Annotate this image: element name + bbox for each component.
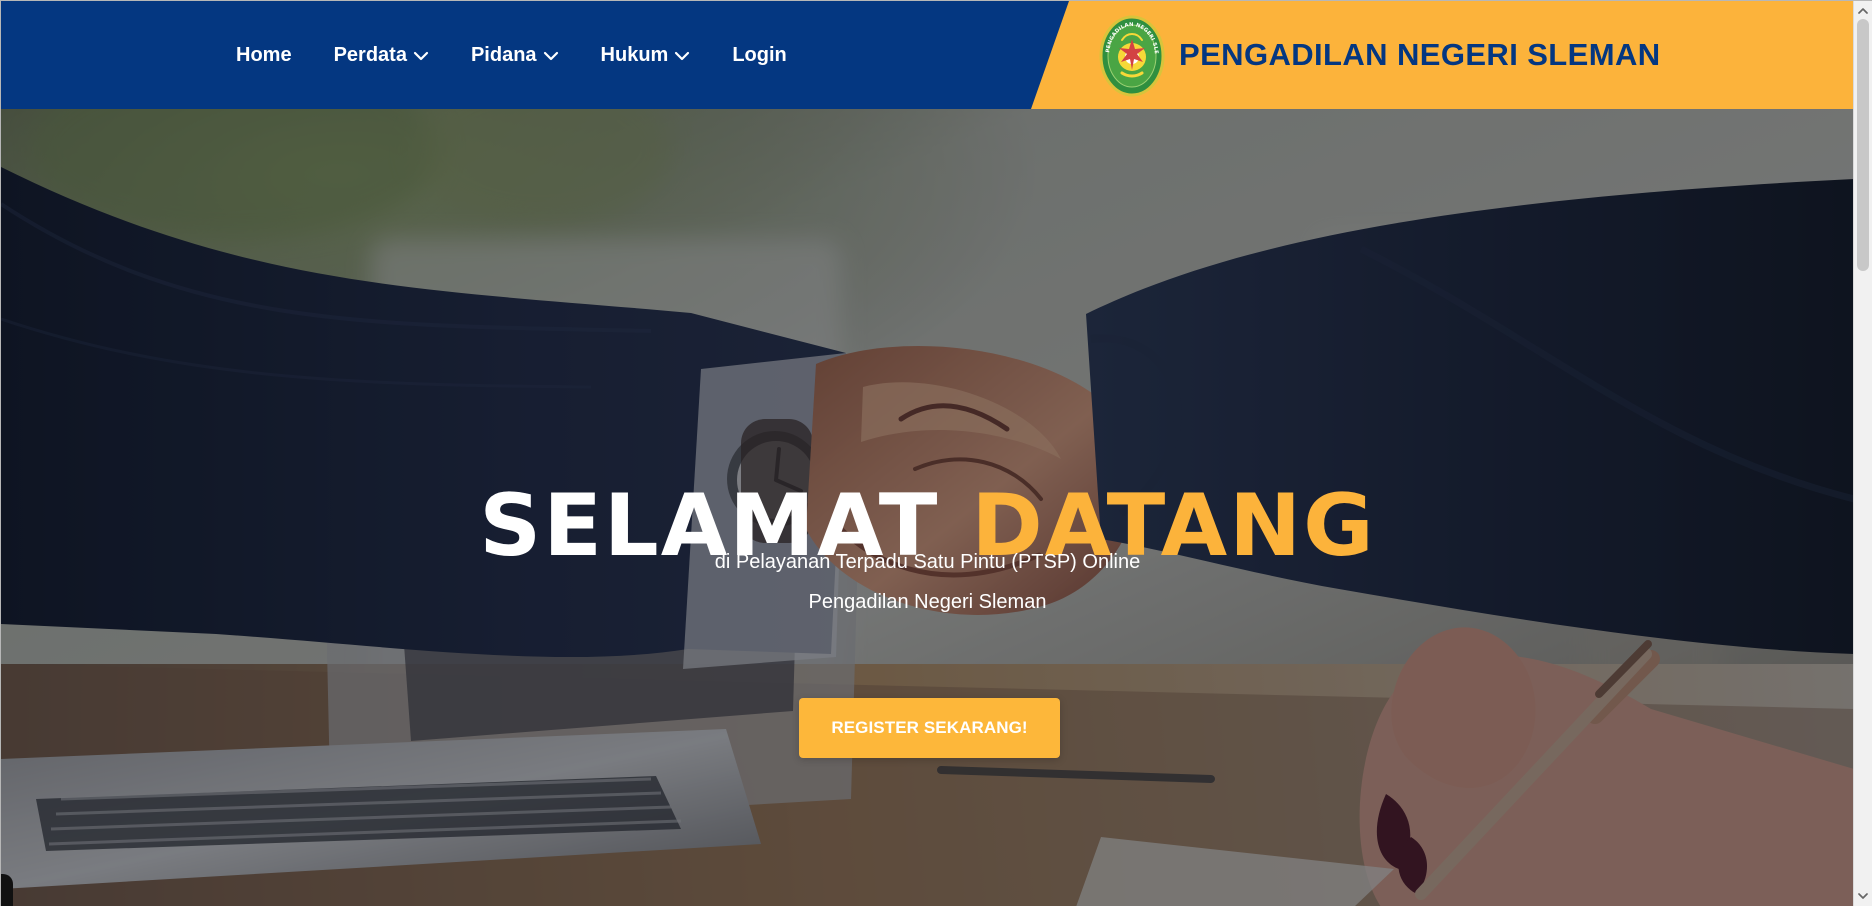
scroll-up-icon[interactable] bbox=[1858, 6, 1868, 16]
hero-content: SELAMAT DATANG di Pelayanan Terpadu Satu… bbox=[1, 109, 1854, 906]
nav-perdata-label: Perdata bbox=[333, 43, 407, 66]
nav-hukum-label: Hukum bbox=[600, 43, 669, 66]
nav-home-link[interactable]: Home bbox=[236, 41, 292, 69]
website-page: Home Perdata Pidana Hukum Login PENGADIL… bbox=[0, 0, 1872, 906]
site-title: PENGADILAN NEGERI SLEMAN bbox=[1179, 37, 1661, 72]
hero-subtitle-line-1: di Pelayanan Terpadu Satu Pintu (PTSP) O… bbox=[714, 551, 1141, 573]
vertical-scrollbar[interactable] bbox=[1853, 1, 1872, 906]
nav-perdata-dropdown[interactable]: Perdata bbox=[334, 41, 429, 69]
court-emblem-icon: PENGADILAN NEGERI SLEMAN bbox=[1097, 14, 1165, 97]
register-button[interactable]: REGISTER SEKARANG! bbox=[799, 698, 1060, 758]
nav-pidana-dropdown[interactable]: Pidana bbox=[471, 41, 559, 69]
scroll-down-icon[interactable] bbox=[1858, 891, 1868, 901]
hero-subtitle-line-2: Pengadilan Negeri Sleman bbox=[808, 591, 1047, 613]
top-navigation-bar: Home Perdata Pidana Hukum Login PENGADIL… bbox=[1, 1, 1854, 109]
scrollbar-thumb[interactable] bbox=[1857, 19, 1869, 271]
nav-pidana-label: Pidana bbox=[470, 43, 537, 66]
chevron-down-icon bbox=[413, 51, 429, 61]
brand-panel: PENGADILAN NEGERI SLEMAN PENGADILAN NEGE… bbox=[1031, 1, 1854, 109]
main-navigation: Home Perdata Pidana Hukum Login bbox=[236, 41, 787, 69]
nav-login-label: Login bbox=[732, 43, 787, 66]
nav-hukum-dropdown[interactable]: Hukum bbox=[601, 41, 691, 69]
hero-section: SELAMAT DATANG di Pelayanan Terpadu Satu… bbox=[1, 109, 1854, 906]
window-corner-shadow bbox=[1, 874, 13, 906]
chevron-down-icon bbox=[543, 51, 558, 61]
nav-home-label: Home bbox=[236, 43, 292, 66]
nav-login-link[interactable]: Login bbox=[732, 41, 786, 69]
chevron-down-icon bbox=[675, 51, 690, 61]
